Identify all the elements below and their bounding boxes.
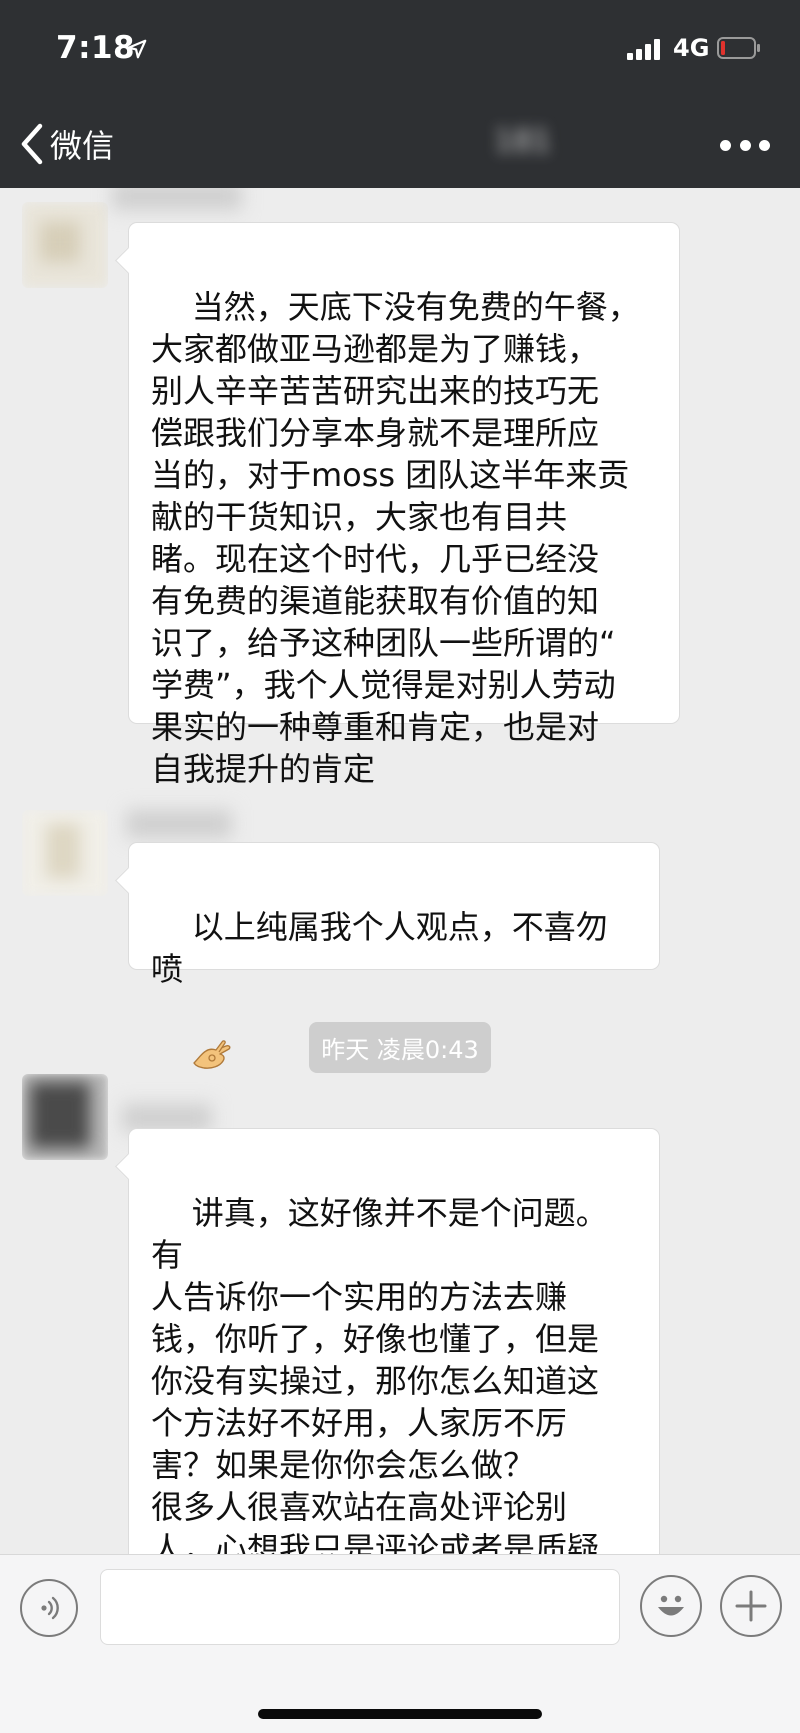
message-text: 以上纯属我个人观点，不喜勿喷 (151, 908, 608, 988)
message-input[interactable] (100, 1569, 620, 1645)
network-type: 4G (673, 34, 710, 62)
chat-title: 181 (244, 124, 600, 164)
sender-name (112, 188, 242, 210)
avatar[interactable] (22, 1074, 108, 1160)
voice-icon[interactable] (20, 1579, 78, 1637)
status-bar: 7:18 4G (0, 0, 800, 100)
plus-icon[interactable] (720, 1575, 782, 1637)
back-label: 微信 (50, 127, 115, 165)
smiley-icon (658, 1595, 684, 1616)
home-indicator (258, 1709, 542, 1719)
timestamp: 昨天 凌晨0:43 (309, 1022, 491, 1073)
nav-bar: 微信 181 (0, 100, 800, 188)
plus-glyph (735, 1590, 767, 1622)
chat-area[interactable]: 当然，天底下没有免费的午餐， 大家都做亚马逊都是为了赚钱， 别人辛辛苦苦研究出来… (0, 188, 800, 1554)
message-text: 当然，天底下没有免费的午餐， 大家都做亚马逊都是为了赚钱， 别人辛辛苦苦研究出来… (151, 288, 640, 788)
message-bubble[interactable]: 当然，天底下没有免费的午餐， 大家都做亚马逊都是为了赚钱， 别人辛辛苦苦研究出来… (128, 222, 680, 788)
back-button[interactable]: 微信 (18, 118, 114, 170)
more-dots-icon[interactable] (720, 130, 770, 160)
status-time: 7:18 (56, 30, 136, 66)
battery-low-icon (717, 37, 760, 59)
emoji-icon[interactable] (640, 1575, 702, 1637)
message-bubble[interactable]: 以上纯属我个人观点，不喜勿喷 (128, 842, 660, 1069)
input-bar (0, 1554, 800, 1733)
chevron-left-icon (21, 123, 43, 165)
chat-title-text: 181 (494, 124, 552, 159)
message-bubble[interactable]: 讲真，这好像并不是个问题。有 人告诉你一个实用的方法去赚 钱，你听了，好像也懂了… (128, 1128, 660, 1554)
voice-wave-icon (41, 1596, 59, 1620)
timestamp-row: 昨天 凌晨0:43 (0, 1022, 800, 1073)
message-text: 讲真，这好像并不是个问题。有 人告诉你一个实用的方法去赚 钱，你听了，好像也懂了… (151, 1194, 608, 1554)
avatar[interactable] (22, 810, 108, 896)
signal-bars-icon (627, 38, 663, 60)
location-arrow-icon (127, 39, 147, 59)
sender-name (126, 810, 232, 838)
avatar[interactable] (22, 202, 108, 288)
